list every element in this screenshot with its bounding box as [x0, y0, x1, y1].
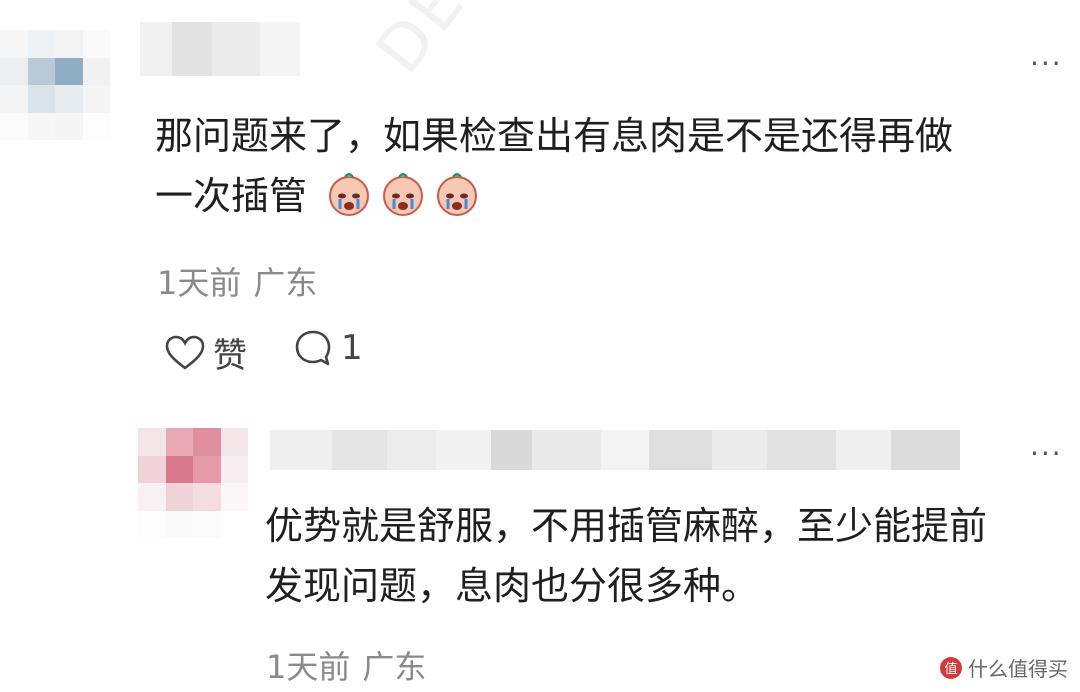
comment-bubble-icon	[295, 330, 331, 366]
comment-time: 1天前	[157, 264, 242, 302]
brand-watermark: 值 什么值得买	[940, 653, 1068, 682]
like-label: 赞	[213, 336, 247, 376]
more-options-icon[interactable]: ···	[1030, 440, 1063, 468]
like-button[interactable]: 赞	[165, 328, 247, 377]
crying-face-icon	[329, 173, 370, 216]
reply-meta: 1天前 广东	[266, 642, 426, 688]
brand-label: 什么值得买	[968, 657, 1068, 681]
username[interactable]	[140, 22, 300, 76]
crying-face-icon	[383, 173, 424, 216]
avatar[interactable]	[0, 30, 110, 140]
reply-button[interactable]: 1	[293, 328, 363, 368]
heart-icon	[165, 335, 205, 370]
comment-location: 广东	[253, 264, 318, 302]
reply-count: 1	[341, 328, 363, 368]
crying-face-icon	[437, 173, 478, 216]
comment-thread: DESH 2026-09-08 ··· 那问题来了，如果检查出有息肉是不是还得再…	[0, 0, 1080, 692]
reply-time: 1天前	[266, 648, 351, 686]
comment-text-line2: 一次插管	[155, 166, 953, 226]
comment-text: 那问题来了，如果检查出有息肉是不是还得再做 一次插管	[155, 106, 953, 226]
avatar[interactable]	[138, 428, 248, 538]
reply-text: 优势就是舒服，不用插管麻醉，至少能提前 发现问题，息肉也分很多种。	[265, 496, 987, 616]
reply-text-line2: 发现问题，息肉也分很多种。	[265, 564, 760, 608]
watermark: DESH 2026-09-08	[360, 0, 811, 89]
comment-text-line1: 那问题来了，如果检查出有息肉是不是还得再做	[155, 114, 954, 158]
comment-meta: 1天前 广东	[157, 258, 317, 304]
comment-text-line2-text: 一次插管	[155, 174, 308, 218]
reply-text-line1: 优势就是舒服，不用插管麻醉，至少能提前	[265, 504, 988, 548]
username[interactable]	[270, 430, 960, 470]
brand-logo-icon: 值	[940, 656, 962, 679]
more-options-icon[interactable]: ···	[1030, 50, 1063, 78]
reply-location: 广东	[362, 648, 427, 686]
